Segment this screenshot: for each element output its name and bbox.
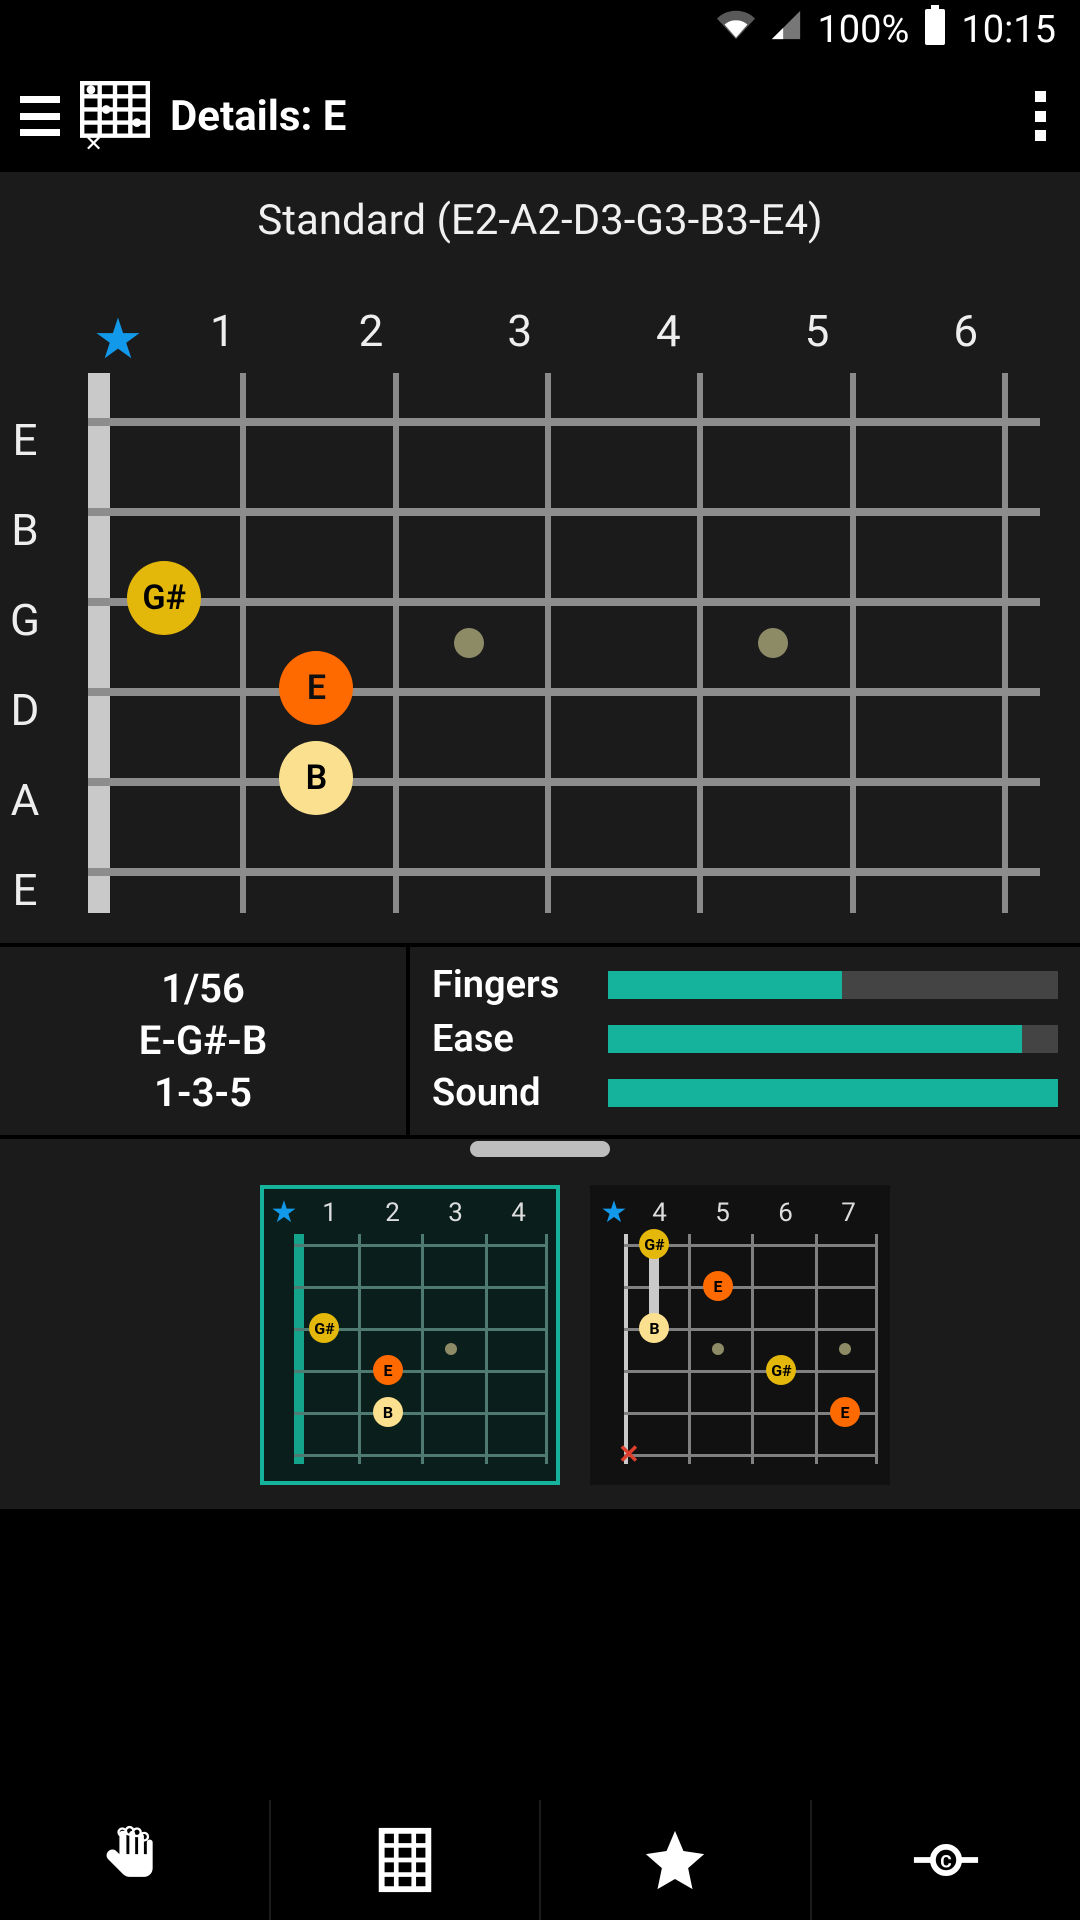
drag-handle-row xyxy=(0,1139,1080,1169)
sound-bar xyxy=(608,1079,1058,1107)
note-b: B xyxy=(373,1397,403,1427)
note-e: E xyxy=(703,1271,733,1301)
fret-number: 2 xyxy=(297,305,446,373)
mute-icon: ✕ xyxy=(618,1440,640,1470)
voicing-carousel[interactable]: ★ 1 2 3 4 G# E B xyxy=(0,1169,1080,1509)
clock: 10:15 xyxy=(961,8,1056,52)
fret-number: 6 xyxy=(891,305,1040,373)
nut xyxy=(88,373,110,913)
voicing-position: 1/56 xyxy=(0,963,406,1015)
voicing-thumbnail[interactable]: ★ 1 2 3 4 G# E B xyxy=(260,1185,560,1485)
overflow-menu-icon[interactable] xyxy=(1020,91,1060,141)
battery-percent: 100% xyxy=(817,8,909,52)
tab-hand[interactable] xyxy=(0,1800,271,1920)
inlay-dot xyxy=(758,628,788,658)
cell-signal-icon xyxy=(769,8,803,52)
metric-fingers: Fingers xyxy=(432,963,1058,1007)
note-b[interactable]: B xyxy=(279,741,353,815)
wifi-icon xyxy=(717,6,755,54)
voicing-thumbnail[interactable]: ★ 4 5 6 7 G# xyxy=(590,1185,890,1485)
chord-intervals: 1-3-5 xyxy=(0,1067,406,1119)
fret-number: 5 xyxy=(743,305,892,373)
string-labels: E B G D A E xyxy=(10,420,40,910)
fret-number: 1 xyxy=(148,305,297,373)
bottom-tab-bar: C xyxy=(0,1796,1080,1920)
note-e: E xyxy=(830,1397,860,1427)
fretboard-grid: G# E B xyxy=(88,373,1040,913)
tab-capo[interactable]: C xyxy=(812,1800,1080,1920)
app-bar: ✕ Details: E xyxy=(0,60,1080,172)
drag-handle[interactable] xyxy=(470,1141,610,1157)
chord-notes: E-G#-B xyxy=(0,1015,406,1067)
note-g-sharp: G# xyxy=(309,1313,339,1343)
inlay-dot xyxy=(454,628,484,658)
metric-ease: Ease xyxy=(432,1017,1058,1061)
note-e: E xyxy=(373,1355,403,1385)
metric-sound: Sound xyxy=(432,1071,1058,1115)
fret-number: 4 xyxy=(594,305,743,373)
tab-favorite[interactable] xyxy=(541,1800,812,1920)
star-icon: ★ xyxy=(270,1195,298,1230)
note-g-sharp: G# xyxy=(639,1229,669,1259)
fingers-bar xyxy=(608,971,842,999)
svg-text:✕: ✕ xyxy=(84,132,102,151)
note-b: B xyxy=(639,1313,669,1343)
battery-icon xyxy=(923,5,947,55)
main-fretboard[interactable]: ★ 1 2 3 4 5 6 E B G D A E xyxy=(0,245,1080,943)
status-bar: 100% 10:15 xyxy=(0,0,1080,60)
fret-number: 3 xyxy=(445,305,594,373)
note-g-sharp: G# xyxy=(766,1355,796,1385)
page-title: Details: E xyxy=(170,92,346,141)
ease-bar xyxy=(608,1025,1022,1053)
tab-grid[interactable] xyxy=(271,1800,542,1920)
note-e[interactable]: E xyxy=(279,651,353,725)
menu-icon[interactable] xyxy=(20,96,60,136)
note-g-sharp[interactable]: G# xyxy=(127,561,201,635)
app-logo-icon: ✕ xyxy=(80,81,150,151)
star-icon: ★ xyxy=(600,1195,628,1230)
tuning-label: Standard (E2-A2-D3-G3-B3-E4) xyxy=(0,172,1080,245)
chord-info: 1/56 E-G#-B 1-3-5 Fingers Ease Sound xyxy=(0,943,1080,1139)
svg-text:C: C xyxy=(940,1852,951,1872)
star-icon: ★ xyxy=(88,314,148,364)
